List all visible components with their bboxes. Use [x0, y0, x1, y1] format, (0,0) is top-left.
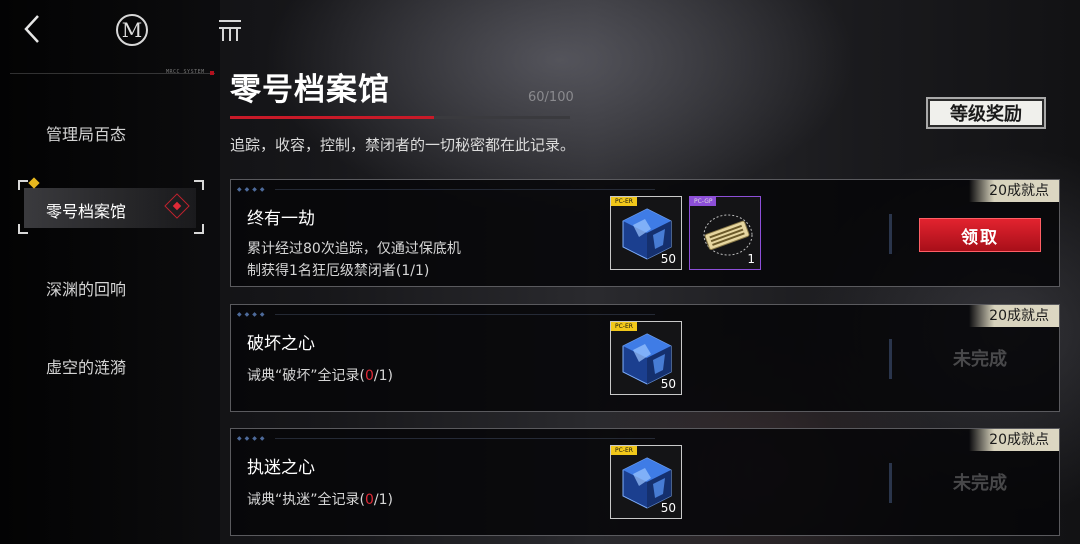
frame-corner — [18, 180, 28, 190]
gold-diamond-icon — [28, 177, 40, 189]
item-quantity: 50 — [660, 377, 676, 391]
progress-fill — [230, 116, 434, 119]
item-quantity: 1 — [747, 252, 755, 266]
task-title: 执迷之心 — [247, 458, 315, 478]
task-card: ◆◆◆◆ 破坏之心 诫典“破坏”全记录(0/1) PC-ER 50 20成就点 … — [230, 304, 1060, 412]
card-decoration-line — [275, 438, 655, 439]
system-label: MRCC SYSTEM — [166, 69, 205, 75]
task-card: ◆◆◆◆ 执迷之心 诫典“执迷”全记录(0/1) PC-ER 50 20成就点 … — [230, 428, 1060, 536]
reward-item[interactable]: PC-ER 50 — [610, 196, 682, 270]
task-title: 终有一劫 — [247, 209, 315, 229]
card-decoration: ◆◆◆◆ — [237, 311, 268, 318]
card-divider — [889, 214, 892, 254]
page-subtitle: 追踪，收容，控制，禁闭者的一切秘密都在此记录。 — [230, 136, 576, 154]
task-progress-total: /1) — [373, 492, 393, 508]
level-reward-button[interactable]: 等级奖励 — [926, 97, 1046, 129]
card-decoration: ◆◆◆◆ — [237, 186, 268, 193]
ticket-icon — [703, 214, 753, 256]
card-decoration-line — [275, 314, 655, 315]
achievement-points-badge: 20成就点 — [969, 429, 1059, 451]
game-logo-icon: M — [116, 14, 148, 46]
card-decoration: ◆◆◆◆ — [237, 435, 268, 442]
task-description-text: 诫典“破坏”全记录( — [247, 368, 365, 384]
task-card: ◆◆◆◆ 终有一劫 累计经过80次追踪，仅通过保底机 制获得1名狂厄级禁闭者(1… — [230, 179, 1060, 287]
achievement-points-badge: 20成就点 — [969, 305, 1059, 327]
task-progress-current: 0 — [364, 492, 374, 508]
task-description: 累计经过80次追踪，仅通过保底机 制获得1名狂厄级禁闭者(1/1) — [247, 238, 507, 282]
page-title: 零号档案馆 — [230, 72, 390, 108]
sidebar-background — [0, 0, 220, 544]
back-arrow-icon[interactable] — [18, 12, 48, 46]
system-dot-icon — [210, 71, 214, 75]
sidebar-item-archive[interactable]: 零号档案馆 — [18, 177, 204, 234]
frame-corner — [194, 180, 204, 190]
frame-corner — [194, 224, 204, 234]
sidebar-item-label: 零号档案馆 — [46, 202, 127, 221]
progress-bar — [230, 116, 570, 119]
task-progress-total: /1) — [373, 368, 393, 384]
sidebar-item-void[interactable]: 虚空的涟漪 — [46, 354, 126, 378]
item-quantity: 50 — [660, 501, 676, 515]
sidebar-item-bureau[interactable]: 管理局百态 — [46, 121, 126, 145]
frame-corner — [18, 224, 28, 234]
task-description: 诫典“破坏”全记录(0/1) — [247, 365, 507, 387]
task-description-line: 累计经过80次追踪，仅通过保底机 — [247, 241, 461, 257]
reward-item[interactable]: PC-GP 1 — [689, 196, 761, 270]
claim-button[interactable]: 领取 — [919, 218, 1041, 252]
task-description: 诫典“执迷”全记录(0/1) — [247, 489, 507, 511]
task-title: 破坏之心 — [247, 334, 315, 354]
incomplete-status: 未完成 — [953, 349, 1007, 370]
incomplete-status: 未完成 — [953, 473, 1007, 494]
item-quantity: 50 — [660, 252, 676, 266]
task-description-text: 诫典“执迷”全记录( — [247, 492, 365, 508]
card-divider — [889, 463, 892, 503]
sidebar-item-abyss[interactable]: 深渊的回响 — [46, 276, 126, 300]
reward-item[interactable]: PC-ER 50 — [610, 321, 682, 395]
menu-icon[interactable] — [216, 16, 244, 44]
progress-text: 60/100 — [528, 90, 574, 105]
card-decoration-line — [275, 189, 655, 190]
card-divider — [889, 339, 892, 379]
task-progress-current: 0 — [364, 368, 374, 384]
reward-item[interactable]: PC-ER 50 — [610, 445, 682, 519]
achievement-points-badge: 20成就点 — [969, 180, 1059, 202]
task-description-line: 制获得1名狂厄级禁闭者(1/1) — [247, 263, 430, 279]
